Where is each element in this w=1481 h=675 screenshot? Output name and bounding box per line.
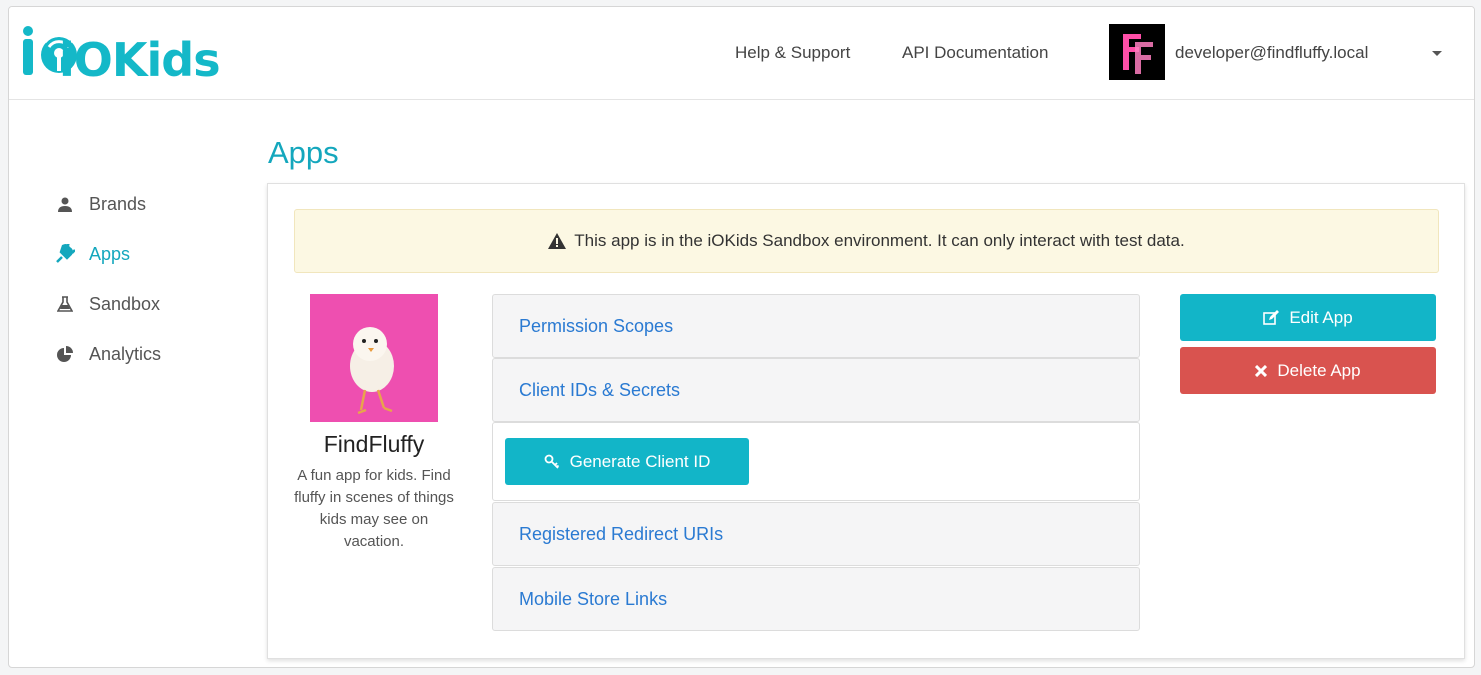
panel-mobile-store-links[interactable]: Mobile Store Links [492, 567, 1140, 631]
pie-chart-icon [55, 344, 75, 364]
sidebar-item-brands[interactable]: Brands [55, 191, 146, 217]
sidebar-item-analytics[interactable]: Analytics [55, 341, 161, 367]
sandbox-alert: This app is in the iOKids Sandbox enviro… [294, 209, 1439, 273]
edit-icon [1263, 309, 1280, 326]
user-icon [55, 194, 75, 214]
generate-client-id-label: Generate Client ID [569, 451, 711, 471]
page-title: Apps [268, 135, 339, 170]
panel-client-ids-body: Generate Client ID [492, 422, 1140, 501]
panel-heading-redirect-uris[interactable]: Registered Redirect URIs [519, 524, 723, 545]
app-card: This app is in the iOKids Sandbox enviro… [267, 183, 1465, 659]
edit-app-label: Edit App [1289, 307, 1353, 327]
sidebar-item-label: Sandbox [89, 293, 161, 314]
app-name: FindFluffy [323, 431, 425, 457]
sidebar-item-apps[interactable]: Apps [55, 241, 130, 267]
sidebar-item-sandbox[interactable]: Sandbox [55, 291, 160, 317]
chick-icon [310, 294, 438, 422]
avatar[interactable] [1109, 24, 1165, 80]
edit-app-button[interactable]: Edit App [1180, 294, 1436, 341]
iokids-logo[interactable]: iOKids [19, 25, 259, 87]
api-documentation-link[interactable]: API Documentation [902, 43, 1048, 63]
panel-heading-permission-scopes[interactable]: Permission Scopes [519, 316, 673, 337]
generate-client-id-button[interactable]: Generate Client ID [505, 438, 749, 485]
top-navbar: iOKids Help & Support API Documentation … [9, 7, 1474, 100]
close-icon [1255, 364, 1268, 377]
help-support-link[interactable]: Help & Support [735, 43, 850, 63]
panel-heading-client-ids[interactable]: Client IDs & Secrets [519, 380, 680, 401]
delete-app-label: Delete App [1277, 360, 1361, 380]
chevron-down-icon[interactable] [1432, 51, 1442, 56]
sidebar-item-label: Analytics [89, 343, 162, 364]
flask-icon [55, 294, 75, 314]
ff-avatar-icon [1109, 24, 1165, 80]
sidebar-item-label: Apps [89, 243, 131, 264]
app-window: iOKids Help & Support API Documentation … [8, 6, 1475, 668]
user-menu-email[interactable]: developer@findfluffy.local [1175, 43, 1368, 63]
panel-redirect-uris[interactable]: Registered Redirect URIs [492, 502, 1140, 566]
app-image [310, 294, 438, 422]
plug-icon [55, 244, 75, 264]
app-description: A fun app for kids. Find fluffy in scene… [294, 467, 454, 550]
panel-permission-scopes[interactable]: Permission Scopes [492, 294, 1140, 358]
warning-icon [548, 233, 567, 249]
delete-app-button[interactable]: Delete App [1180, 347, 1436, 394]
panel-heading-mobile-store-links[interactable]: Mobile Store Links [519, 589, 667, 610]
panel-client-ids[interactable]: Client IDs & Secrets [492, 358, 1140, 422]
sidebar-item-label: Brands [89, 193, 147, 214]
alert-text: This app is in the iOKids Sandbox enviro… [574, 231, 1185, 250]
logo-text: iOKids [59, 33, 221, 87]
key-icon [544, 454, 560, 470]
